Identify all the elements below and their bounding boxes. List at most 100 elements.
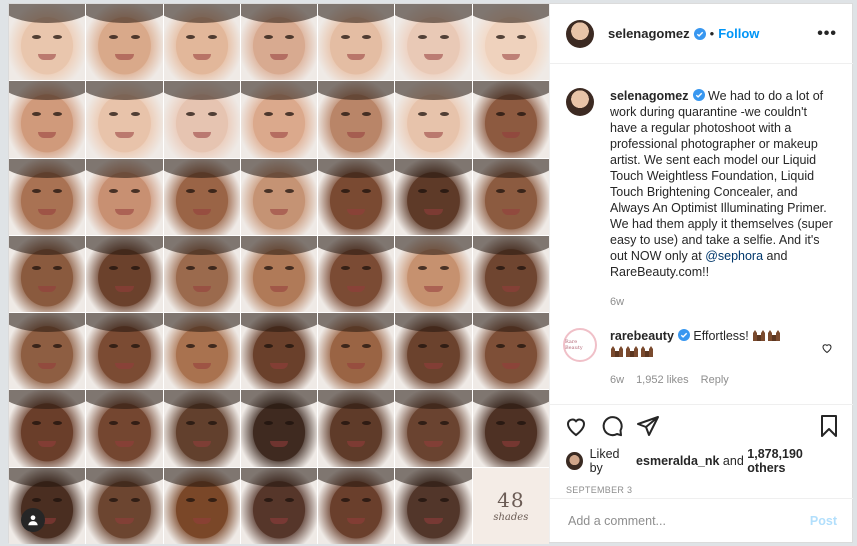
face-mouth	[192, 131, 211, 138]
face-mouth	[424, 286, 443, 293]
face-mouth	[269, 518, 289, 525]
face-eye	[495, 34, 505, 39]
liked-by-user-link[interactable]: esmeralda_nk	[636, 454, 719, 468]
comment-bubble-icon[interactable]	[600, 414, 624, 438]
face-mouth	[501, 286, 520, 293]
post-image[interactable]: 48 shades	[9, 4, 549, 544]
face-hair	[86, 313, 163, 333]
rarebeauty-avatar[interactable]: Rare Beauty	[563, 328, 597, 362]
like-comment-heart-icon[interactable]	[821, 342, 833, 354]
selfie-photo	[472, 158, 549, 235]
verified-badge-icon	[692, 89, 705, 101]
face-mouth	[347, 518, 366, 525]
face-eye	[516, 266, 526, 271]
comment-username[interactable]: rarebeauty	[610, 329, 674, 343]
selfie-photo	[163, 81, 240, 158]
face-eye	[418, 111, 428, 116]
selfie-photo	[318, 235, 395, 313]
face-eye	[439, 343, 449, 348]
face-eye	[109, 266, 119, 271]
face-hair	[163, 467, 240, 487]
face-eye	[31, 189, 41, 194]
face-hair	[240, 81, 318, 101]
face-hair	[240, 467, 318, 487]
caption-avatar[interactable]	[566, 88, 594, 116]
face-eye	[186, 420, 196, 425]
face-mouth	[115, 363, 134, 370]
face-eye	[263, 343, 273, 348]
verified-badge-icon	[677, 329, 690, 341]
reply-button[interactable]: Reply	[701, 374, 729, 386]
face-eye	[495, 266, 505, 271]
more-options-icon[interactable]: •••	[817, 25, 837, 43]
face-hair	[395, 390, 472, 410]
comment-likes[interactable]: 1,952 likes	[636, 374, 689, 386]
selfie-photo	[395, 158, 472, 235]
face-hair	[163, 390, 240, 410]
face-mouth	[424, 363, 443, 370]
author-username[interactable]: selenagomez	[608, 26, 690, 41]
face-eye	[130, 34, 140, 39]
face-eye	[439, 498, 449, 503]
face-eye	[263, 34, 273, 39]
face-mouth	[347, 286, 366, 293]
selfie-photo	[240, 81, 318, 158]
verified-badge-icon	[693, 27, 706, 40]
tagged-users-button[interactable]	[21, 508, 45, 532]
face-eye	[439, 189, 449, 194]
face-eye	[31, 266, 41, 271]
selfie-photo	[472, 4, 549, 81]
face-eye	[341, 420, 351, 425]
liker-avatar[interactable]	[566, 452, 583, 470]
selfie-photo	[163, 467, 240, 544]
caption-body: selenagomez We had to do a lot of work d…	[610, 88, 837, 310]
selfie-photo	[318, 467, 395, 544]
face-eye	[439, 420, 449, 425]
face-hair	[472, 158, 549, 178]
face-mouth	[424, 518, 443, 525]
face-hair	[318, 81, 395, 101]
face-eye	[285, 498, 295, 503]
liked-by-mid: and	[722, 454, 744, 468]
face-eye	[495, 420, 505, 425]
selfie-photo	[86, 467, 163, 544]
caption-username[interactable]: selenagomez	[610, 89, 689, 103]
selfie-photo	[9, 158, 86, 235]
face-mouth	[115, 518, 134, 525]
face-hair	[163, 81, 240, 101]
face-eye	[362, 34, 372, 39]
face-hair	[318, 158, 395, 178]
selfie-photo	[86, 235, 163, 313]
face-mouth	[501, 363, 520, 370]
face-mouth	[192, 208, 211, 215]
selfie-photo	[86, 313, 163, 390]
selfie-photo	[163, 4, 240, 81]
face-hair	[472, 4, 549, 24]
face-eye	[53, 111, 63, 116]
selfie-photo	[318, 4, 395, 81]
face-eye	[31, 111, 41, 116]
add-comment-input[interactable]	[566, 512, 810, 529]
face-hair	[472, 81, 549, 101]
selfie-photo	[395, 390, 472, 467]
liked-by-others-link[interactable]: 1,878,190 others	[747, 447, 837, 475]
share-paper-plane-icon[interactable]	[636, 414, 660, 438]
face-eye	[362, 420, 372, 425]
avatar[interactable]	[566, 19, 594, 48]
face-eye	[263, 189, 273, 194]
save-bookmark-icon[interactable]	[817, 414, 841, 438]
face-hair	[318, 235, 395, 255]
face-eye	[53, 266, 63, 271]
face-eye	[263, 420, 273, 425]
face-hair	[9, 81, 86, 101]
face-hair	[9, 158, 86, 178]
selfie-photo	[163, 390, 240, 467]
face-eye	[186, 34, 196, 39]
separator-dot: •	[709, 26, 715, 41]
face-eye	[263, 498, 273, 503]
post-comment-button[interactable]: Post	[810, 514, 837, 528]
face-hair	[86, 235, 163, 255]
like-heart-icon[interactable]	[564, 414, 588, 438]
sephora-mention-link[interactable]: @sephora	[705, 249, 763, 263]
follow-button[interactable]: Follow	[718, 26, 759, 41]
